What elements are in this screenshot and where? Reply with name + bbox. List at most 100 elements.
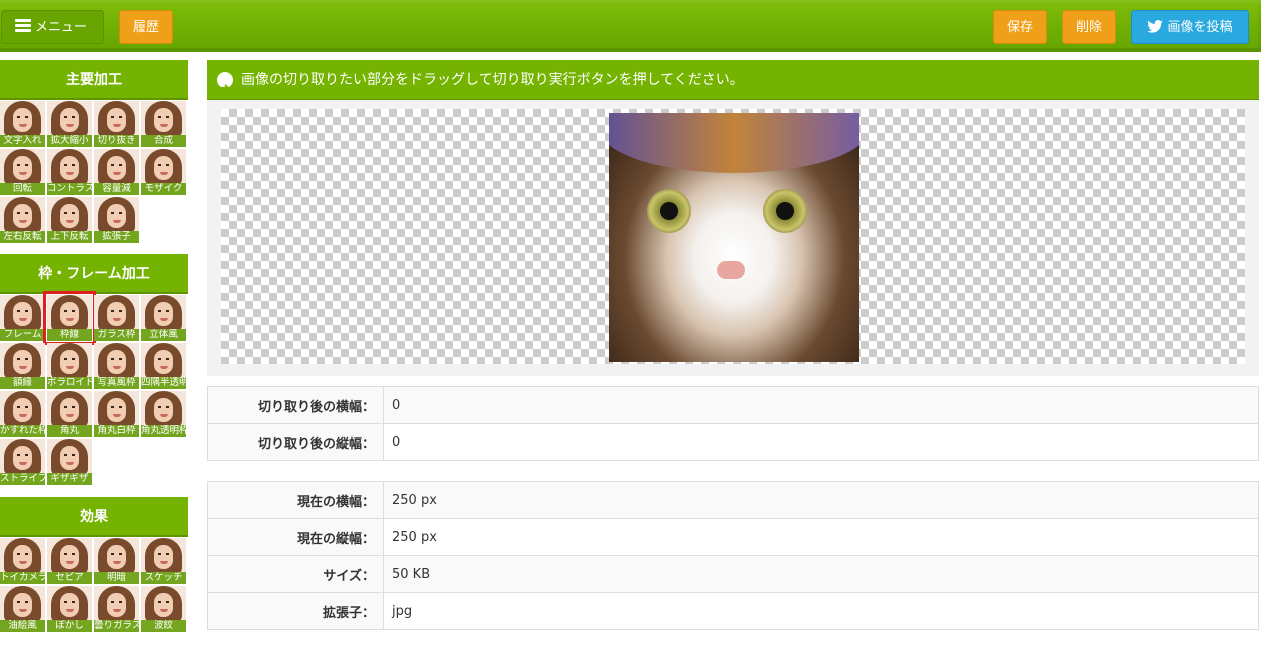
cat-photo[interactable] [609, 113, 859, 362]
sidebar-tool-item[interactable]: 合成 [141, 101, 186, 147]
sidebar-tool-item[interactable]: コントラスト [47, 149, 92, 195]
sidebar-tool-item[interactable]: ギザギザ [47, 439, 92, 485]
crop-size-table: 切り取り後の横幅： 0 切り取り後の縦幅： 0 [207, 386, 1259, 461]
sidebar-tool-label: 明暗 [94, 572, 139, 584]
sidebar-tool-label: 四隅半透明 [141, 377, 186, 389]
sidebar-tool-item[interactable]: 拡大縮小 [47, 101, 92, 147]
instruction-text: 画像の切り取りたい部分をドラッグして切り取り実行ボタンを押してください。 [241, 72, 744, 88]
sidebar-tool-item[interactable]: モザイク [141, 149, 186, 195]
extension-value: jpg [383, 592, 1259, 630]
sidebar-tool-item[interactable]: 文字入れ [0, 101, 45, 147]
sidebar-tool-label: トイカメラ [0, 572, 45, 584]
current-width-label: 現在の横幅： [207, 481, 384, 519]
sidebar-tool-item[interactable]: トイカメラ [0, 538, 45, 584]
sidebar-tool-label: 左右反転 [0, 231, 45, 243]
sidebar-tool-label: 額縁 [0, 377, 45, 389]
sidebar-tool-item[interactable]: 油絵風 [0, 586, 45, 632]
tweet-button-label: 画像を投稿 [1167, 20, 1233, 35]
menu-button[interactable]: メニュー [1, 10, 104, 44]
image-info-table: 現在の横幅： 250 px 現在の縦幅： 250 px サイズ： 50 KB 拡… [207, 481, 1259, 630]
sidebar-tool-label: 曇りガラス [94, 620, 139, 632]
arrow-circle-right-icon [217, 72, 233, 92]
sidebar-tool-item[interactable]: 上下反転 [47, 197, 92, 243]
section-header-effects: 効果 [0, 497, 188, 537]
file-size-label: サイズ： [207, 555, 384, 593]
table-row: 切り取り後の縦幅： 0 [207, 423, 1259, 461]
file-size-value: 50 KB [383, 555, 1259, 593]
sidebar-tool-label: ギザギザ [47, 473, 92, 485]
section-header-main-processing: 主要加工 [0, 60, 188, 100]
sidebar-tool-item[interactable]: 波紋 [141, 586, 186, 632]
table-row: 切り取り後の横幅： 0 [207, 386, 1259, 424]
sidebar-tool-item[interactable]: ストライプ枠 [0, 439, 45, 485]
sidebar-tool-item[interactable]: 容量減 [94, 149, 139, 195]
crop-canvas-area [207, 100, 1259, 376]
sidebar-tool-label: 油絵風 [0, 620, 45, 632]
sidebar-tool-label: ぼかし [47, 620, 92, 632]
crop-height-label: 切り取り後の縦幅： [207, 423, 384, 461]
current-width-value: 250 px [383, 481, 1259, 519]
sidebar-tool-item[interactable]: 写真風枠 [94, 343, 139, 389]
section-header-frame-processing: 枠・フレーム加工 [0, 254, 188, 294]
sidebar-tool-label: スケッチ [141, 572, 186, 584]
sidebar-tool-item[interactable]: スケッチ [141, 538, 186, 584]
sidebar-tool-item[interactable]: ガラス枠 [94, 295, 139, 341]
table-row: サイズ： 50 KB [207, 555, 1259, 593]
sidebar-tool-label: 波紋 [141, 620, 186, 632]
sidebar-tool-label: モザイク [141, 183, 186, 195]
extension-label: 拡張子： [207, 592, 384, 630]
sidebar-tool-label: 枠線 [47, 329, 92, 341]
table-row: 現在の縦幅： 250 px [207, 518, 1259, 556]
sidebar-tool-label: 文字入れ [0, 135, 45, 147]
sidebar-tool-label: 拡大縮小 [47, 135, 92, 147]
sidebar-tool-label: 容量減 [94, 183, 139, 195]
current-height-label: 現在の縦幅： [207, 518, 384, 556]
crop-width-label: 切り取り後の横幅： [207, 386, 384, 424]
sidebar-tool-label: 立体風 [141, 329, 186, 341]
hamburger-icon [15, 17, 31, 34]
sidebar-tool-item[interactable]: ポラロイド [47, 343, 92, 389]
sidebar-tool-item[interactable]: 四隅半透明 [141, 343, 186, 389]
sidebar-tool-item[interactable]: 角丸 [47, 391, 92, 437]
sidebar-tool-item[interactable]: 左右反転 [0, 197, 45, 243]
tweet-image-button[interactable]: 画像を投稿 [1131, 10, 1249, 44]
sidebar-tool-item[interactable]: 角丸透明枠 [141, 391, 186, 437]
table-row: 現在の横幅： 250 px [207, 481, 1259, 519]
sidebar-tool-label: フレーム [0, 329, 45, 341]
sidebar-tool-label: コントラスト [47, 183, 92, 195]
twitter-bird-icon [1147, 20, 1164, 33]
sidebar-tool-label: 角丸白枠 [94, 425, 139, 437]
crop-height-value: 0 [383, 423, 1259, 461]
sidebar-tool-item[interactable]: 切り抜き [94, 101, 139, 147]
sidebar-tool-item[interactable]: かすれた枠 [0, 391, 45, 437]
sidebar-tool-label: 回転 [0, 183, 45, 195]
sidebar-tool-item[interactable]: 拡張子 [94, 197, 139, 243]
sidebar-tool-label: 拡張子 [94, 231, 139, 243]
table-row: 拡張子： jpg [207, 592, 1259, 630]
sidebar-tool-item[interactable]: セピア [47, 538, 92, 584]
sidebar-tool-item[interactable]: 立体風 [141, 295, 186, 341]
sidebar-tool-label: ポラロイド [47, 377, 92, 389]
instruction-banner: 画像の切り取りたい部分をドラッグして切り取り実行ボタンを押してください。 [207, 60, 1259, 100]
sidebar-tool-label: 写真風枠 [94, 377, 139, 389]
sidebar-tool-item[interactable]: 枠線 [43, 291, 96, 345]
save-button[interactable]: 保存 [993, 10, 1047, 44]
sidebar-tool-label: 上下反転 [47, 231, 92, 243]
sidebar-tool-item[interactable]: ぼかし [47, 586, 92, 632]
sidebar-tool-label: セピア [47, 572, 92, 584]
sidebar-tool-item[interactable]: フレーム [0, 295, 45, 341]
sidebar-tool-item[interactable]: 回転 [0, 149, 45, 195]
history-button[interactable]: 履歴 [119, 10, 173, 44]
delete-button[interactable]: 削除 [1062, 10, 1116, 44]
sidebar-tool-item[interactable]: 明暗 [94, 538, 139, 584]
sidebar-tool-item[interactable]: 曇りガラス [94, 586, 139, 632]
sidebar-tool-label: 角丸 [47, 425, 92, 437]
crop-width-value: 0 [383, 386, 1259, 424]
sidebar-tool-item[interactable]: 角丸白枠 [94, 391, 139, 437]
sidebar-tool-item[interactable]: 額縁 [0, 343, 45, 389]
sidebar-tool-label: ストライプ枠 [0, 473, 45, 485]
top-bar: メニュー 履歴 保存 削除 画像を投稿 [0, 0, 1261, 52]
menu-button-label: メニュー [35, 20, 88, 35]
current-height-value: 250 px [383, 518, 1259, 556]
sidebar-tool-label: 切り抜き [94, 135, 139, 147]
